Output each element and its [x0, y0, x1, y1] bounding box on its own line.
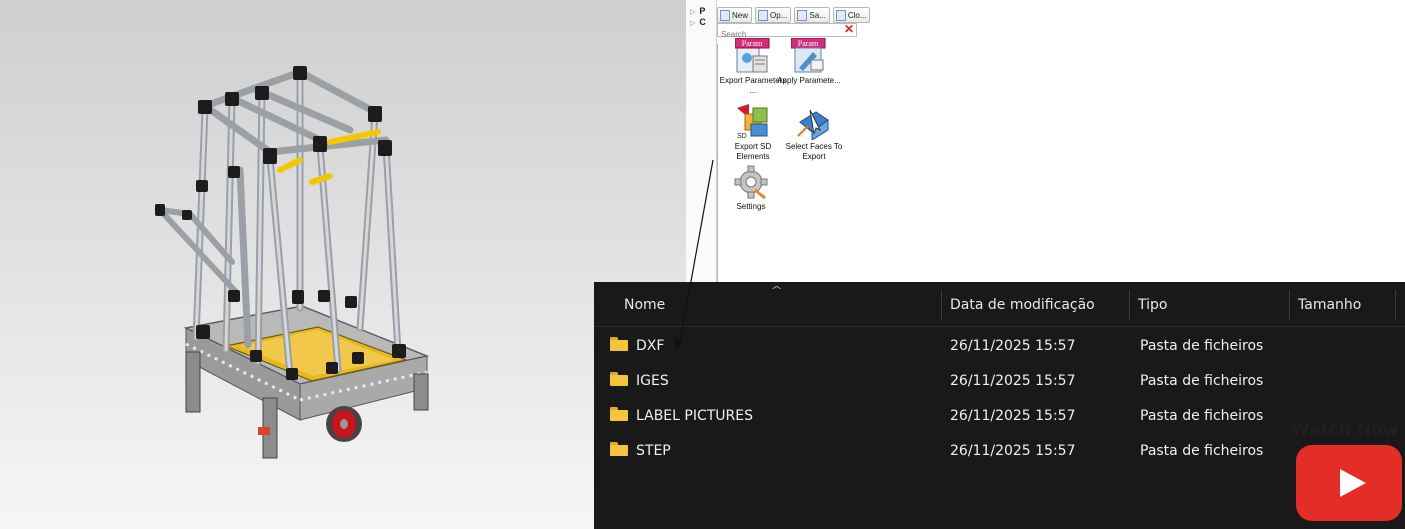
- folder-row[interactable]: DXF 26/11/2025 15:57 Pasta de ficheiros: [594, 330, 1405, 364]
- settings-gear-icon: [733, 164, 769, 200]
- folder-row[interactable]: IGES 26/11/2025 15:57 Pasta de ficheiros: [594, 365, 1405, 399]
- cad-3d-viewport[interactable]: [0, 0, 686, 529]
- clear-search-icon[interactable]: ✕: [844, 22, 854, 36]
- select-faces-icon: [796, 104, 832, 141]
- file-explorer: ^ Nome Data de modificação Tipo Tamanho …: [594, 282, 1405, 529]
- apply-parameters-tool[interactable]: Param Apply Paramete...: [774, 37, 844, 86]
- column-divider[interactable]: [1129, 290, 1130, 320]
- open-file-icon: [758, 9, 769, 21]
- expand-arrow-icon[interactable]: ▷: [690, 20, 695, 27]
- apply-parameters-icon: Param: [790, 37, 827, 74]
- save-icon: [797, 9, 808, 21]
- select-faces-to-export-tool[interactable]: Select Faces To Export: [779, 104, 849, 162]
- cart-3d-model[interactable]: [0, 0, 686, 529]
- cad-addin-panel: ▷P ▷C New Op... Sa... Clo... ✕ Param Exp…: [686, 0, 1405, 290]
- folder-row[interactable]: STEP 26/11/2025 15:57 Pasta de ficheiros: [594, 435, 1405, 469]
- tree-node-c[interactable]: ▷ C: [690, 17, 706, 27]
- sort-ascending-icon: ^: [770, 284, 784, 297]
- settings-tool[interactable]: Settings: [716, 164, 786, 212]
- youtube-play-icon[interactable]: [1296, 445, 1402, 521]
- folder-icon: [610, 442, 628, 456]
- new-file-icon: [720, 9, 730, 21]
- watch-now-label: Watch Now: [1291, 420, 1399, 440]
- folder-icon: [610, 407, 628, 421]
- new-button[interactable]: New: [717, 7, 753, 23]
- tree-node-p[interactable]: ▷ P: [690, 6, 705, 16]
- search-box: ✕: [717, 22, 857, 41]
- feature-tree: ▷ P ▷ C: [686, 0, 717, 290]
- panel-toolbar: New Op... Sa... Clo...: [717, 7, 871, 23]
- folder-icon: [610, 337, 628, 351]
- folder-row[interactable]: LABEL PICTURES 26/11/2025 15:57 Pasta de…: [594, 400, 1405, 434]
- column-divider[interactable]: [1289, 290, 1290, 320]
- export-sd-elements-icon: SD: [735, 104, 771, 140]
- expand-arrow-icon[interactable]: ▷: [690, 9, 695, 16]
- close-button[interactable]: Clo...: [832, 7, 871, 23]
- cart-base-frame: [183, 305, 430, 421]
- explorer-column-header: ^ Nome Data de modificação Tipo Tamanho: [594, 282, 1405, 327]
- export-parameters-icon: Param: [734, 37, 771, 74]
- column-divider[interactable]: [941, 290, 942, 320]
- svg-text:Param: Param: [798, 39, 819, 48]
- svg-text:Param: Param: [742, 39, 763, 48]
- open-button[interactable]: Op...: [755, 7, 792, 23]
- folder-icon: [610, 372, 628, 386]
- column-size[interactable]: Tamanho: [1298, 297, 1361, 313]
- column-type[interactable]: Tipo: [1138, 297, 1167, 313]
- save-button[interactable]: Sa...: [794, 7, 830, 23]
- close-file-icon: [835, 9, 846, 21]
- column-divider[interactable]: [1395, 290, 1396, 320]
- column-name[interactable]: Nome: [624, 297, 665, 313]
- export-sd-elements-tool[interactable]: SD Export SD Elements: [718, 104, 788, 162]
- svg-text:SD: SD: [737, 133, 747, 140]
- column-date-modified[interactable]: Data de modificação: [950, 297, 1095, 313]
